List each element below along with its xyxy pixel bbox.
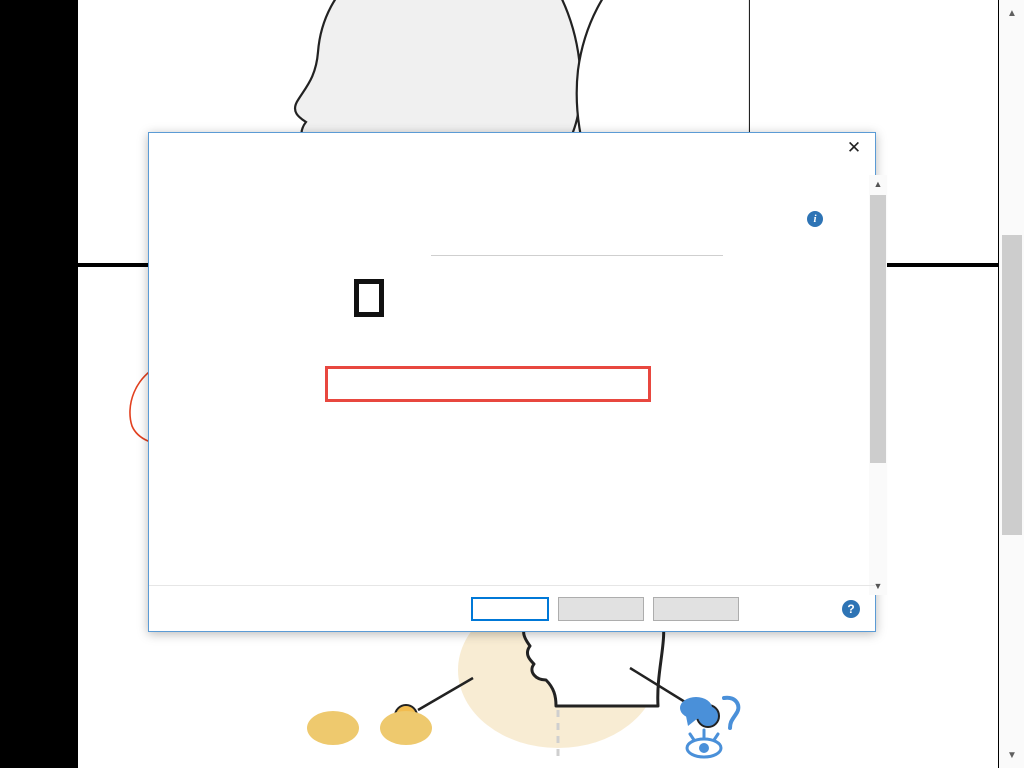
quick-help-panel: i [807,211,947,237]
document-scrollbar[interactable]: ▲ ▼ [998,0,1024,768]
close-icon[interactable]: ✕ [837,135,871,161]
fullscreen-mode-group [325,247,723,402]
quick-help-heading: i [807,211,947,227]
settings-dialog: ✕ ▲ ▼ i ? [148,132,887,632]
brain-pair-illustration [307,711,432,745]
dialog-body: ▲ ▼ i [149,163,887,595]
document-scrollbar-thumb[interactable] [1002,235,1022,535]
highlight-rectangle [325,366,651,402]
cancel-button[interactable] [558,596,644,621]
scroll-up-arrow-icon[interactable]: ▲ [999,0,1024,26]
left-toolbar [0,0,78,768]
group-divider [431,255,723,256]
apply-button[interactable] [653,596,739,621]
senses-icons [680,695,741,759]
scroll-down-arrow-icon[interactable]: ▼ [999,742,1024,768]
question-mark-icon[interactable]: ? [842,599,860,618]
ok-button[interactable] [471,596,549,621]
dialog-titlebar[interactable]: ✕ [149,133,875,163]
settings-nav-list [149,163,321,585]
page-preview-icon [354,279,384,317]
info-icon: i [807,211,823,227]
dialog-footer: ? [149,585,875,631]
settings-pane: i [321,163,875,585]
